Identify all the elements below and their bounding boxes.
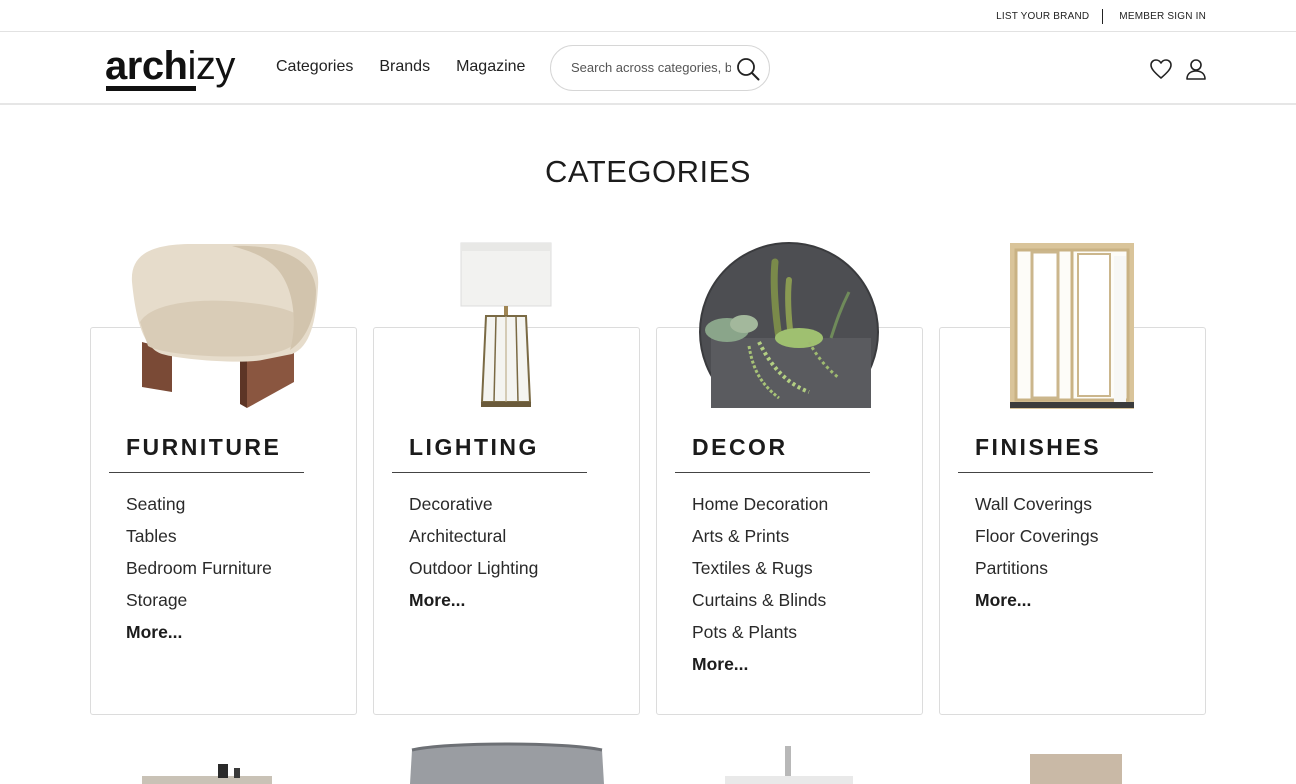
subcategory-link[interactable]: Arts & Prints (692, 520, 828, 552)
archizy-logo[interactable]: archizy (105, 42, 255, 94)
subcategory-link[interactable]: Floor Coverings (975, 520, 1099, 552)
user-icon[interactable] (1184, 57, 1208, 81)
subcategory-link[interactable]: Home Decoration (692, 488, 828, 520)
more-link[interactable]: More... (975, 584, 1099, 616)
category-title[interactable]: FURNITURE (126, 434, 281, 461)
more-link[interactable]: More... (692, 648, 828, 680)
title-divider (675, 472, 870, 473)
title-divider (392, 472, 587, 473)
nav-categories[interactable]: Categories (276, 58, 353, 76)
subcategory-list: Home Decoration Arts & Prints Textiles &… (692, 488, 828, 680)
nav-brands[interactable]: Brands (379, 58, 430, 76)
subcategory-link[interactable]: Outdoor Lighting (409, 552, 538, 584)
header-actions (1138, 57, 1208, 81)
subcategory-link[interactable]: Curtains & Blinds (692, 584, 828, 616)
search-icon[interactable] (736, 57, 760, 81)
category-title[interactable]: DECOR (692, 434, 788, 461)
subcategory-list: Seating Tables Bedroom Furniture Storage… (126, 488, 272, 648)
more-link[interactable]: More... (126, 616, 272, 648)
utility-links: LIST YOUR BRAND MEMBER SIGN IN (996, 9, 1206, 24)
title-divider (109, 472, 304, 473)
subcategory-link[interactable]: Pots & Plants (692, 616, 828, 648)
next-category-image[interactable] (689, 740, 889, 784)
title-divider (958, 472, 1153, 473)
armchair-image[interactable] (122, 242, 322, 410)
next-category-image[interactable] (122, 740, 322, 784)
logo-light-text: izy (187, 44, 236, 88)
more-link[interactable]: More... (409, 584, 538, 616)
wall-planter-image[interactable] (689, 242, 889, 410)
subcategory-link[interactable]: Architectural (409, 520, 538, 552)
sliding-door-image[interactable] (972, 242, 1172, 410)
subcategory-link[interactable]: Partitions (975, 552, 1099, 584)
subcategory-list: Wall Coverings Floor Coverings Partition… (975, 488, 1099, 616)
subcategory-link[interactable]: Decorative (409, 488, 538, 520)
heart-icon[interactable] (1149, 57, 1173, 81)
category-title[interactable]: FINISHES (975, 434, 1101, 461)
subcategory-link[interactable]: Bedroom Furniture (126, 552, 272, 584)
nav-magazine[interactable]: Magazine (456, 58, 525, 76)
subcategory-link[interactable]: Wall Coverings (975, 488, 1099, 520)
next-category-image[interactable] (972, 740, 1172, 784)
search-input[interactable] (571, 60, 731, 75)
list-your-brand-link[interactable]: LIST YOUR BRAND (996, 11, 1089, 22)
search-box (550, 45, 770, 91)
subcategory-link[interactable]: Storage (126, 584, 272, 616)
main-nav: Categories Brands Magazine (276, 58, 551, 76)
logo-underline (106, 86, 196, 91)
subcategory-link[interactable]: Textiles & Rugs (692, 552, 828, 584)
site-header: archizy Categories Brands Magazine (0, 32, 1296, 105)
category-title[interactable]: LIGHTING (409, 434, 539, 461)
utility-bar: LIST YOUR BRAND MEMBER SIGN IN (0, 0, 1296, 32)
utility-divider (1102, 9, 1104, 24)
subcategory-link[interactable]: Seating (126, 488, 272, 520)
member-sign-in-link[interactable]: MEMBER SIGN IN (1119, 11, 1206, 22)
subcategory-list: Decorative Architectural Outdoor Lightin… (409, 488, 538, 616)
logo-bold-text: arch (105, 44, 188, 88)
table-lamp-image[interactable] (406, 242, 606, 410)
subcategory-link[interactable]: Tables (126, 520, 272, 552)
page-title: CATEGORIES (545, 154, 751, 189)
next-category-image[interactable] (406, 740, 606, 784)
